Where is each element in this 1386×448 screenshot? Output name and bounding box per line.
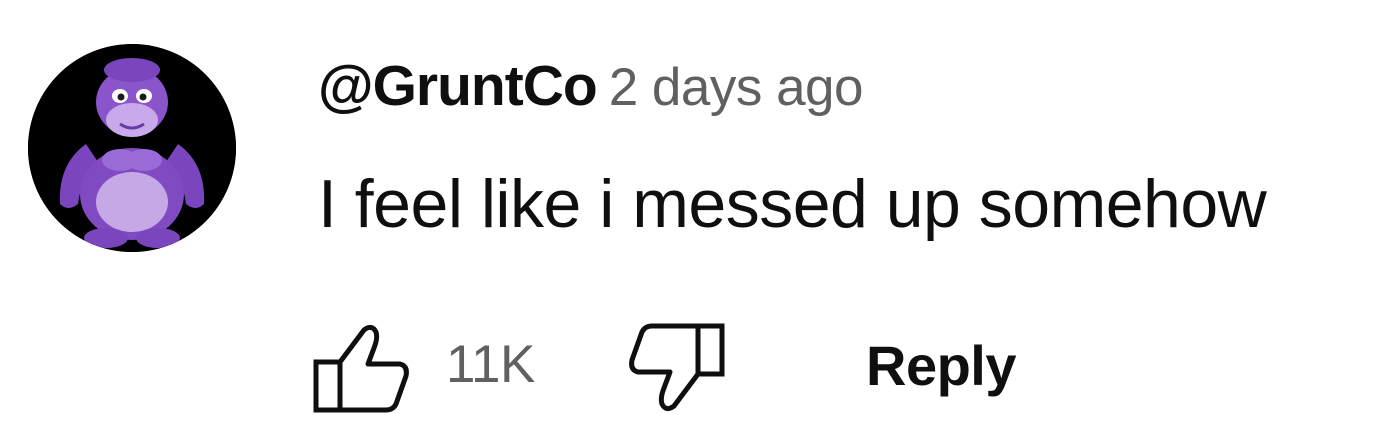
comment-author[interactable]: @GruntCo: [318, 54, 598, 118]
comment-timestamp[interactable]: 2 days ago: [609, 58, 864, 117]
like-count: 11K: [446, 335, 535, 394]
thumbs-down-icon: [629, 323, 725, 412]
thumbs-up-icon: [313, 324, 409, 413]
purple-gorilla-avatar-icon: [28, 44, 236, 252]
comment-header: @GruntCo 2 days ago: [318, 58, 864, 117]
dislike-button[interactable]: [622, 318, 732, 418]
comment-text: I feel like i messed up somehow: [318, 166, 1267, 242]
comment-actions: 11K Reply: [306, 318, 1306, 418]
comment: @GruntCo 2 days ago I feel like i messed …: [0, 0, 1386, 448]
avatar[interactable]: [28, 44, 236, 252]
reply-button[interactable]: Reply: [866, 338, 1017, 394]
like-button[interactable]: [306, 318, 416, 418]
